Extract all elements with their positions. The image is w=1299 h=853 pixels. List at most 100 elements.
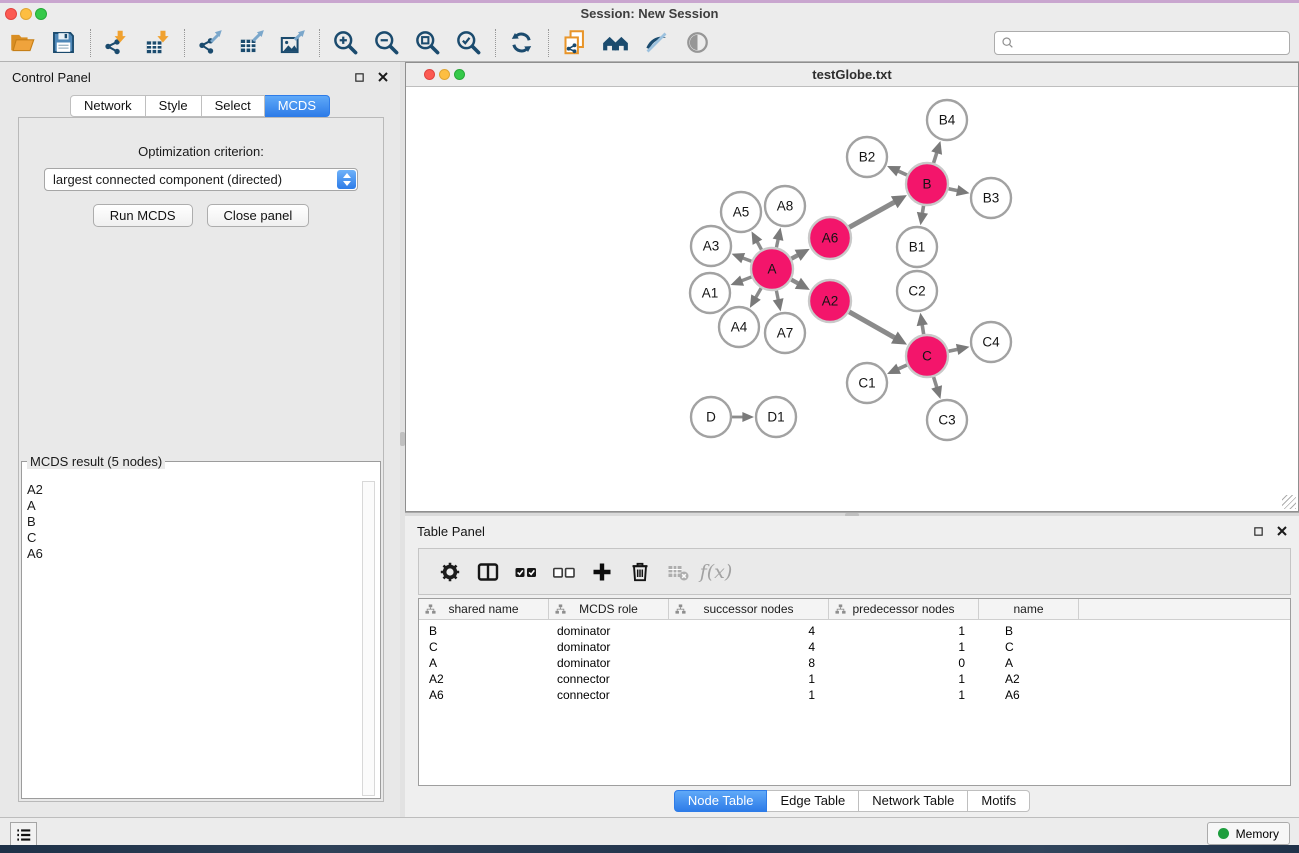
table-row[interactable]: Cdominator41C [419,639,1290,655]
column-header-name[interactable]: name [979,599,1079,619]
table-cell[interactable]: 1 [829,671,979,687]
table-row[interactable]: A6connector11A6 [419,687,1290,703]
table-cell[interactable]: C [979,639,1079,655]
edge-A-A2[interactable] [791,278,810,290]
edge-C-C2[interactable] [917,313,928,335]
node-A5[interactable]: A5 [721,192,761,232]
mcds-result-item[interactable]: C [27,530,360,546]
node-B2[interactable]: B2 [847,137,887,177]
show-columns-button[interactable] [471,555,505,589]
tab-select[interactable]: Select [202,95,265,117]
result-list-scrollbar[interactable] [362,481,375,796]
export-table-button[interactable] [235,26,268,59]
node-B3[interactable]: B3 [971,178,1011,218]
close-panel-button[interactable] [1275,524,1289,538]
table-cell[interactable]: B [419,623,549,639]
show-panels-list-button[interactable] [10,822,37,847]
node-A7[interactable]: A7 [765,313,805,353]
table-cell[interactable]: 0 [829,655,979,671]
node-C3[interactable]: C3 [927,400,967,440]
edge-D-D1[interactable] [732,412,754,422]
node-B[interactable]: B [906,163,948,205]
edge-C-C4[interactable] [948,344,969,355]
column-header-predecessor-nodes[interactable]: predecessor nodes [829,599,979,619]
zoom-window-button[interactable] [35,8,47,20]
deselect-all-rows-button[interactable] [547,555,581,589]
table-cell[interactable]: C [419,639,549,655]
table-row[interactable]: Bdominator41B [419,623,1290,639]
zoom-in-button[interactable] [329,26,362,59]
table-cell[interactable]: A [419,655,549,671]
tab-mcds[interactable]: MCDS [265,95,330,117]
node-C2[interactable]: C2 [897,271,937,311]
window-resize-grip[interactable] [1282,495,1296,509]
delete-column-button[interactable] [623,555,657,589]
node-B4[interactable]: B4 [927,100,967,140]
search-field[interactable] [994,31,1290,55]
table-cell[interactable]: dominator [549,623,669,639]
edge-A-A1[interactable] [731,275,752,285]
network-close-button[interactable] [424,69,435,80]
node-C4[interactable]: C4 [971,322,1011,362]
edge-A-A4[interactable] [750,288,761,308]
table-cell[interactable]: A6 [419,687,549,703]
edge-A2-C[interactable] [849,312,907,345]
edge-A-A5[interactable] [752,231,763,249]
mcds-result-list[interactable]: A2ABCA6 [27,482,360,795]
hide-style-button[interactable] [640,26,673,59]
edge-A-A7[interactable] [773,291,784,312]
run-mcds-button[interactable]: Run MCDS [93,204,193,227]
column-header-successor-nodes[interactable]: successor nodes [669,599,829,619]
open-file-button[interactable] [6,26,39,59]
table-cell[interactable]: 4 [669,639,829,655]
table-cell[interactable]: B [979,623,1079,639]
zoom-selected-button[interactable] [452,26,485,59]
table-row[interactable]: A2connector11A2 [419,671,1290,687]
show-graphics-details-button[interactable] [681,26,714,59]
float-panel-button[interactable] [1251,524,1265,538]
table-cell[interactable]: 1 [829,639,979,655]
node-A6[interactable]: A6 [809,217,851,259]
float-panel-button[interactable] [352,70,366,84]
mcds-result-item[interactable]: A6 [27,546,360,562]
table-tab-edge-table[interactable]: Edge Table [767,790,859,812]
network-canvas[interactable]: B4B2BB3A8A5A6A3B1AC2A1A2A4A7C4CC1DD1C3 [406,87,1298,511]
table-cell[interactable]: 8 [669,655,829,671]
edge-B-B3[interactable] [948,185,969,196]
zoom-fit-button[interactable] [411,26,444,59]
memory-button[interactable]: Memory [1207,822,1290,845]
close-mcds-panel-button[interactable]: Close panel [207,204,310,227]
export-image-button[interactable] [276,26,309,59]
column-header-shared-name[interactable]: shared name [419,599,549,619]
node-D1[interactable]: D1 [756,397,796,437]
node-A4[interactable]: A4 [719,307,759,347]
add-column-button[interactable] [585,555,619,589]
zoom-out-button[interactable] [370,26,403,59]
table-cell[interactable]: A2 [979,671,1079,687]
table-cell[interactable]: 1 [829,687,979,703]
edge-A-A6[interactable] [791,249,809,261]
table-cell[interactable]: 1 [829,623,979,639]
node-A[interactable]: A [751,248,793,290]
table-cell[interactable]: 1 [669,671,829,687]
close-panel-button[interactable] [376,70,390,84]
mcds-result-item[interactable]: B [27,514,360,530]
table-tab-network-table[interactable]: Network Table [859,790,968,812]
table-cell[interactable]: A [979,655,1079,671]
table-cell[interactable]: connector [549,671,669,687]
minimize-window-button[interactable] [20,8,32,20]
tab-network[interactable]: Network [70,95,146,117]
mcds-result-item[interactable]: A2 [27,482,360,498]
edge-A-A3[interactable] [732,253,752,263]
network-minimize-button[interactable] [439,69,450,80]
refresh-button[interactable] [505,26,538,59]
mcds-result-item[interactable]: A [27,498,360,514]
edge-B-B1[interactable] [917,206,928,226]
search-input[interactable] [1016,36,1284,51]
edge-A6-B[interactable] [849,195,907,227]
node-A2[interactable]: A2 [809,280,851,322]
edge-C-C1[interactable] [887,364,907,374]
save-session-button[interactable] [47,26,80,59]
export-network-button[interactable] [194,26,227,59]
select-all-rows-button[interactable] [509,555,543,589]
